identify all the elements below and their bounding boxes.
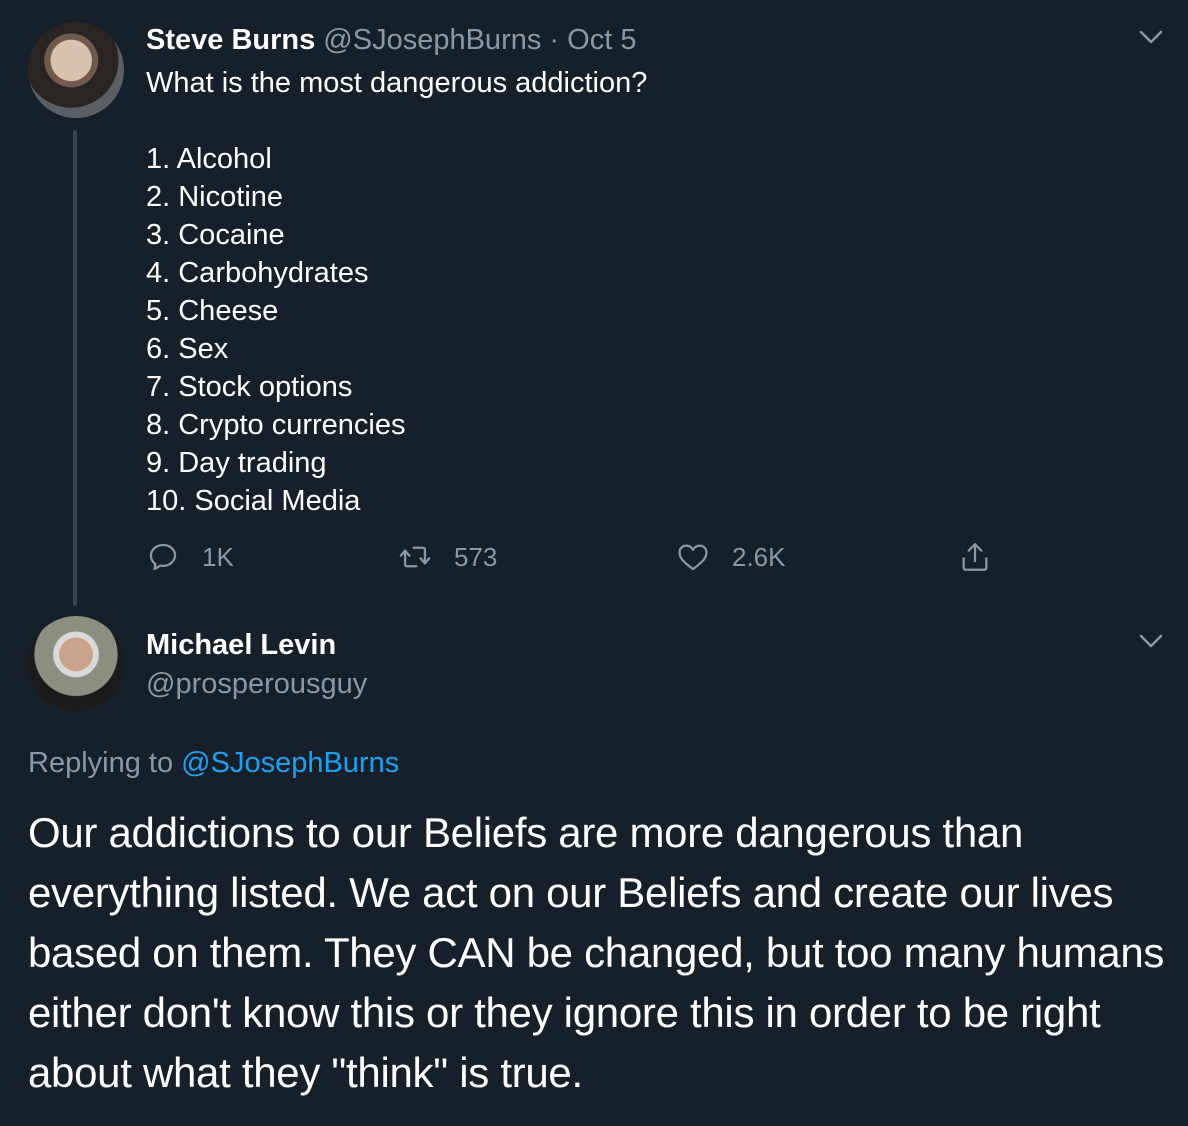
avatar-michael-levin[interactable]: [28, 616, 124, 712]
retweet-icon: [399, 546, 431, 568]
chevron-down-icon[interactable]: [1136, 626, 1166, 656]
tweet1-question: What is the most dangerous addiction?: [146, 67, 648, 99]
tweet1-date[interactable]: Oct 5: [567, 24, 636, 56]
chevron-down-icon[interactable]: [1136, 22, 1166, 52]
list-item: 5. Cheese: [146, 295, 279, 327]
retweet-button[interactable]: 573: [398, 537, 497, 577]
tweet1-separator: ·: [549, 24, 560, 56]
like-count: 2.6K: [732, 541, 786, 572]
thread-connector-line: [73, 130, 77, 606]
tweet2-text: Our addictions to our Beliefs are more d…: [28, 809, 1165, 1096]
replying-to-handle-link[interactable]: @SJosephBurns: [181, 747, 399, 779]
list-item: 1. Alcohol: [146, 143, 272, 175]
reply-icon: [149, 543, 177, 571]
replying-to-line: Replying to @SJosephBurns: [28, 745, 399, 781]
tweet1-handle[interactable]: @SJosephBurns: [323, 24, 541, 56]
replying-to-label: Replying to: [28, 747, 182, 779]
tweet1-display-name[interactable]: Steve Burns: [146, 24, 315, 56]
tweet1-header: Steve Burns @SJosephBurns · Oct 5: [146, 22, 636, 58]
list-item: 3. Cocaine: [146, 219, 285, 251]
like-button[interactable]: 2.6K: [676, 537, 786, 577]
twitter-thread: Steve Burns @SJosephBurns · Oct 5 What i…: [0, 0, 1188, 1126]
reply-button[interactable]: 1K: [146, 537, 234, 577]
list-item: 10. Social Media: [146, 485, 361, 517]
list-item: 2. Nicotine: [146, 181, 284, 213]
reply-count: 1K: [202, 541, 234, 572]
retweet-count: 573: [454, 541, 498, 572]
avatar-steve-burns[interactable]: [28, 22, 124, 118]
list-item: 6. Sex: [146, 333, 229, 365]
list-item: 8. Crypto currencies: [146, 409, 406, 441]
share-button[interactable]: [958, 537, 992, 577]
heart-icon: [678, 544, 708, 571]
list-item: 7. Stock options: [146, 371, 353, 403]
tweet1-text: What is the most dangerous addiction? 1.…: [146, 64, 647, 520]
list-item: 9. Day trading: [146, 447, 327, 479]
list-item: 4. Carbohydrates: [146, 257, 369, 289]
tweet1-action-bar: 1K 573 2.6K: [146, 537, 1006, 577]
tweet2-display-name[interactable]: Michael Levin: [146, 627, 336, 663]
share-icon: [962, 543, 988, 571]
tweet2-handle[interactable]: @prosperousguy: [146, 666, 367, 702]
